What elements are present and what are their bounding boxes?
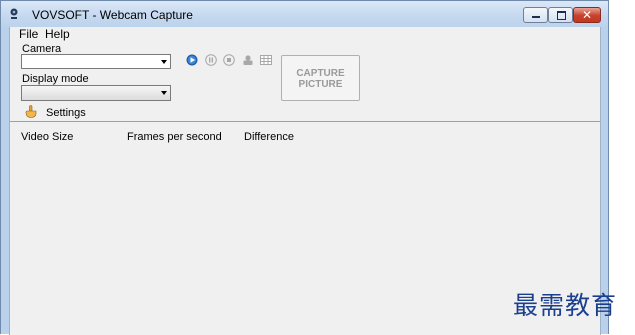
- menu-bar: File Help: [10, 27, 600, 41]
- video-size-label: Video Size: [21, 131, 74, 143]
- window-title: VOVSOFT - Webcam Capture: [32, 8, 193, 22]
- chevron-down-icon: [161, 91, 167, 95]
- difference-label: Difference: [244, 131, 294, 143]
- settings-link[interactable]: Settings: [46, 107, 86, 119]
- snapshot-icon[interactable]: [242, 54, 254, 66]
- capture-label-line2: PICTURE: [298, 79, 343, 90]
- close-button[interactable]: ✕: [573, 7, 601, 23]
- capture-picture-button[interactable]: CAPTURE PICTURE: [281, 55, 360, 101]
- app-window: VOVSOFT - Webcam Capture ✕ File Help Cam…: [0, 0, 609, 335]
- play-icon[interactable]: [186, 54, 198, 66]
- maximize-button[interactable]: [548, 7, 573, 23]
- stop-icon[interactable]: [223, 54, 235, 66]
- capture-label-line1: CAPTURE: [296, 68, 345, 79]
- close-icon: ✕: [581, 8, 593, 22]
- settings-hand-icon[interactable]: [25, 105, 37, 118]
- title-bar[interactable]: VOVSOFT - Webcam Capture ✕: [1, 1, 608, 27]
- menu-help[interactable]: Help: [45, 27, 70, 41]
- grid-icon[interactable]: [260, 54, 272, 66]
- display-mode-dropdown[interactable]: [21, 85, 171, 101]
- webcam-icon: [10, 8, 18, 19]
- watermark-text: 最需教育: [513, 291, 618, 320]
- chevron-down-icon: [161, 60, 167, 64]
- camera-dropdown[interactable]: [21, 54, 171, 69]
- minimize-button[interactable]: [523, 7, 548, 23]
- menu-file[interactable]: File: [19, 27, 38, 41]
- maximize-icon: [557, 11, 566, 20]
- pause-icon[interactable]: [205, 54, 217, 66]
- video-info-panel: Video Size Frames per second Difference: [10, 122, 600, 335]
- display-mode-label: Display mode: [22, 73, 89, 85]
- minimize-icon: [532, 16, 540, 18]
- fps-label: Frames per second: [127, 131, 222, 143]
